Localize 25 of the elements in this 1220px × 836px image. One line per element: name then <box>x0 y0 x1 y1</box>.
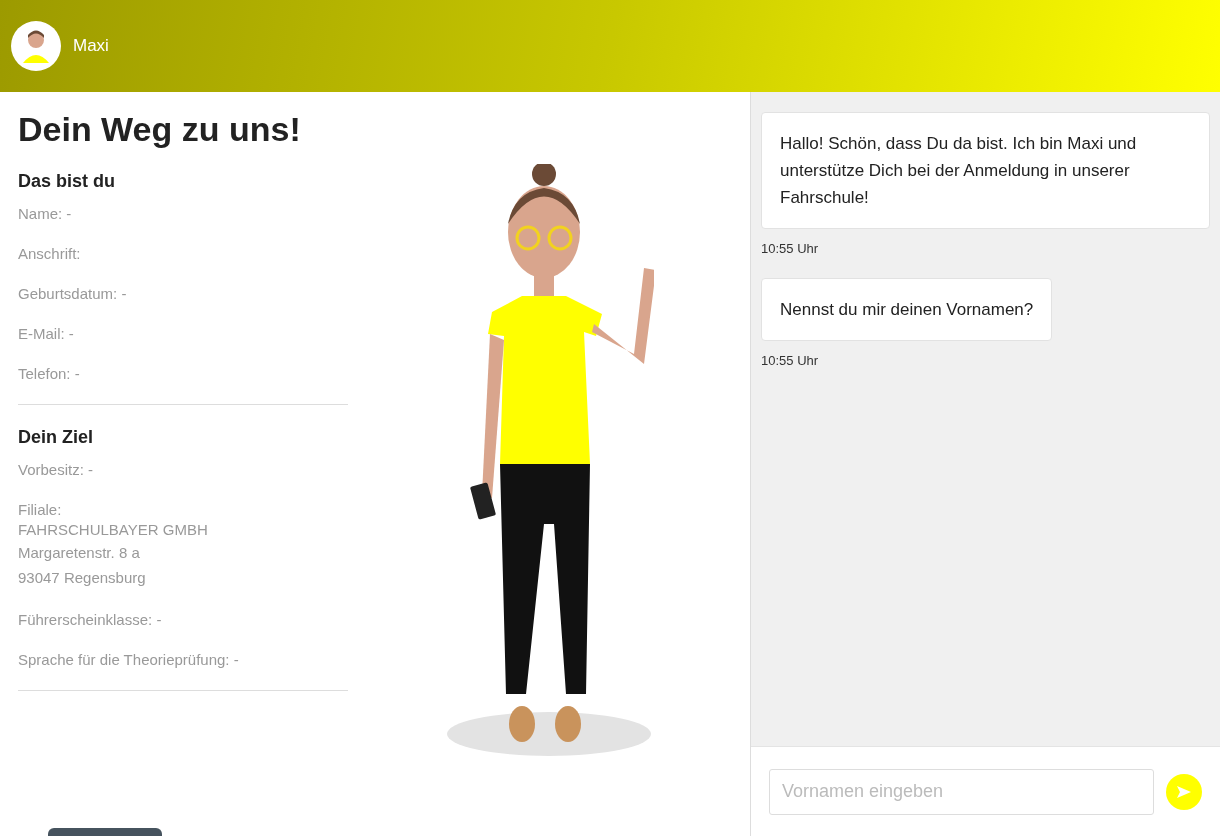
field-text: Vorbesitz: - <box>18 460 95 480</box>
field-text: Anschrift: <box>18 244 82 264</box>
send-icon <box>1176 784 1192 799</box>
field-text: Sprache für die Theorieprüfung: - <box>18 650 240 670</box>
send-button[interactable] <box>1166 773 1202 810</box>
chat-message: Nennst du mir deinen Vornamen? <box>761 278 1053 341</box>
chat-message: Hallo! Schön, dass Du da bist. Ich bin Maxi und unterstütze Dich bei der Anmeldung in unserer Fahrschule! <box>761 112 1210 229</box>
name-input-field[interactable]: Vornamen eingeben <box>769 768 1154 815</box>
avatar-icon <box>11 21 61 71</box>
field-text: 93047 Regensburg <box>18 568 147 588</box>
field-text: Geburtsdatum: - <box>18 284 128 304</box>
section-heading: Das bist du <box>18 171 116 192</box>
page-title: Dein Weg zu uns! <box>18 110 302 149</box>
field-text: Filiale: <box>18 500 63 520</box>
section-heading: Dein Ziel <box>18 427 94 448</box>
field-text: Margaretenstr. 8 a <box>18 543 141 563</box>
message-time: 10:55 Uhr <box>761 353 819 368</box>
field-text: FAHRSCHULBAYER GMBH <box>18 520 209 540</box>
button[interactable] <box>48 828 162 836</box>
field-text: E-Mail: - <box>18 324 75 344</box>
field-text: Telefon: - <box>18 364 81 384</box>
field-text: Führerscheinklasse: - <box>18 610 163 630</box>
field-text: Name: - <box>18 204 73 224</box>
message-time: 10:55 Uhr <box>761 241 819 256</box>
bot-name: Maxi <box>73 36 109 56</box>
